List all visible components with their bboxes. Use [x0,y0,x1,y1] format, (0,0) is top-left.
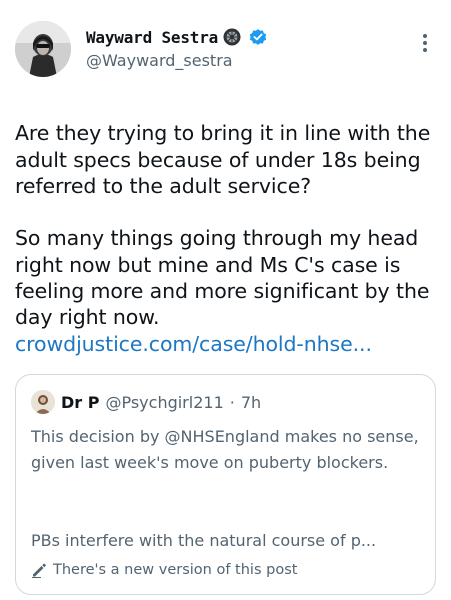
avatar[interactable] [15,21,71,77]
tweet-text: Are they trying to bring it in line with… [15,121,431,330]
pencil-icon [31,562,47,578]
quoted-post[interactable]: Dr P @Psychgirl211 · 7h This decision by… [15,374,436,595]
quoted-post-header: Dr P @Psychgirl211 · 7h [31,390,261,414]
tweet: Wayward Sestra @Wayward_sestra Are they … [0,0,451,600]
separator-dot: · [229,392,235,412]
tweet-body: Are they trying to bring it in line with… [15,94,440,383]
quoted-author-handle[interactable]: @Psychgirl211 [105,393,223,412]
quoted-avatar[interactable] [31,390,55,414]
author-handle[interactable]: @Wayward_sestra [86,51,233,70]
author-name-row[interactable]: Wayward Sestra [86,26,268,48]
author-display-name[interactable]: Wayward Sestra [86,28,218,47]
more-options-icon[interactable] [419,32,431,54]
quoted-text-continued: PBs interfere with the natural course of… [31,531,377,550]
edit-notice[interactable]: There's a new version of this post [31,562,297,578]
quoted-text: This decision by @NHSEngland makes no se… [31,427,419,472]
edit-notice-text: There's a new version of this post [53,562,298,578]
tweet-link[interactable]: crowdjustice.com/case/hold-nhse... [15,331,440,357]
verified-badge-icon [248,27,268,47]
quoted-timestamp[interactable]: 7h [241,393,261,412]
car-wheel-icon [223,28,241,46]
quoted-author-name[interactable]: Dr P [61,393,99,412]
